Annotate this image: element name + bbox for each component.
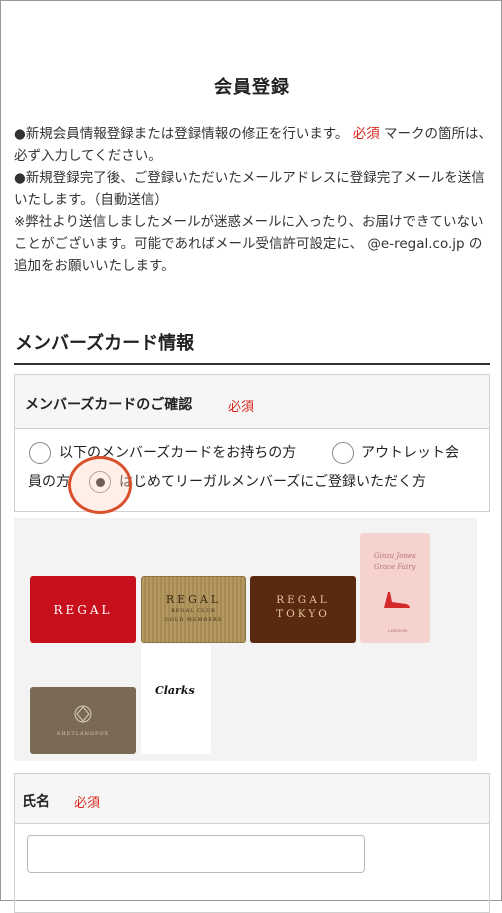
section-divider (14, 363, 490, 365)
card-tokyo-logo-1: REGAL (276, 594, 330, 606)
name-input[interactable] (27, 835, 365, 873)
card-tokyo-logo-2: TOKYO (276, 608, 330, 620)
card-pink-text-2: Grace Fairy (374, 563, 416, 571)
card-ginza-jones: Ginza Jones Grace Fairy LONDON (360, 533, 430, 643)
crest-icon (74, 705, 92, 723)
card-regal: REGAL (30, 576, 136, 643)
intro-line3: ※弊社より送信しましたメールが迷惑メールに入ったり、お届けできていないことがござ… (14, 214, 484, 274)
intro-line1: ●新規会員情報登録または登録情報の修正を行います。 (14, 126, 349, 142)
card-regal-logo: REGAL (53, 602, 113, 617)
radio-have-members-card[interactable] (29, 442, 51, 464)
members-card-images: REGAL REGAL REGAL CLUB GOLD MEMBERS REGA… (14, 518, 477, 761)
name-label: 氏名 (22, 794, 50, 810)
intro-text: ●新規会員情報登録または登録情報の修正を行います。 必須 マークの箇所は、必ず入… (14, 123, 494, 277)
card-shetlandfox: SHETLANDFOX (30, 687, 136, 754)
card-gold-sub2: GOLD MEMBERS (164, 617, 223, 623)
card-clarks-logo: Clarks (155, 684, 195, 697)
shoe-icon (384, 592, 410, 608)
section-title-members-card: メンバーズカード情報 (15, 333, 195, 354)
members-card-confirm-label: メンバーズカードのご確認 (25, 397, 193, 413)
radio-label-outlet-member[interactable]: アウトレット会 (361, 440, 459, 466)
radio-label-outlet-member-cont[interactable]: 員の方 (28, 469, 70, 495)
card-pink-text-1: Ginza Jones (374, 552, 416, 560)
name-field-box: 氏名 必須 (14, 773, 490, 913)
required-badge: 必須 (228, 400, 255, 415)
required-mark-example: 必須 (352, 126, 380, 142)
radio-label-first-registration[interactable]: はじめてリーガルメンバーズにご登録いただく方 (119, 469, 426, 495)
name-field-header: 氏名 必須 (15, 774, 489, 824)
members-card-confirm-header: メンバーズカードのご確認 必須 (15, 375, 489, 429)
card-shirt-text: SHETLANDFOX (56, 731, 110, 737)
card-pink-small: LONDON (388, 628, 408, 633)
intro-line2: ●新規登録完了後、ご登録いただいたメールアドレスに登録完了メールを送信いたします… (14, 170, 485, 208)
page-frame: 会員登録 ●新規会員情報登録または登録情報の修正を行います。 必須 マークの箇所… (0, 0, 502, 913)
click-indicator-ring (68, 456, 132, 514)
name-required-badge: 必須 (74, 796, 101, 811)
card-gold-logo: REGAL (165, 593, 222, 606)
page-title: 会員登録 (214, 77, 290, 98)
radio-outlet-member[interactable] (332, 442, 354, 464)
card-regal-gold: REGAL REGAL CLUB GOLD MEMBERS (141, 576, 246, 643)
card-clarks: Clarks (141, 644, 211, 754)
card-regal-tokyo: REGAL TOKYO (250, 576, 356, 643)
card-gold-sub1: REGAL CLUB (171, 608, 216, 614)
